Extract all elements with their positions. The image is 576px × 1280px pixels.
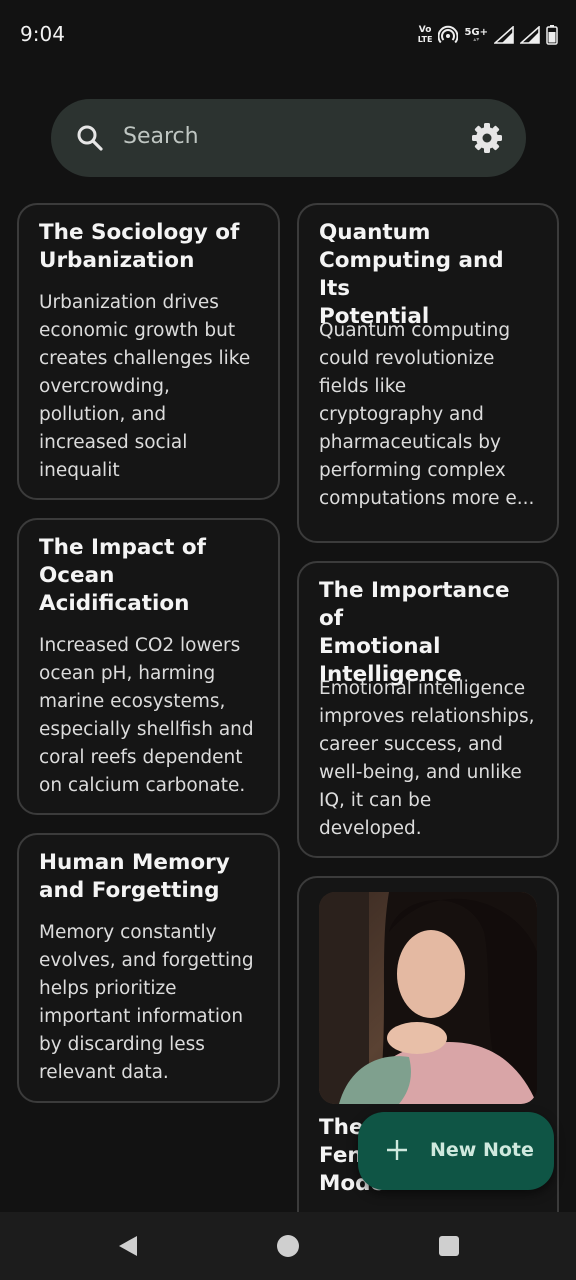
note-card[interactable]: Human Memory and Forgetting Memory const… xyxy=(17,833,280,1103)
plus-icon xyxy=(387,1140,407,1160)
network-type: 5G+ ▴▾ xyxy=(464,26,488,43)
note-card[interactable]: The Sociology of Urbanization Urbanizati… xyxy=(17,203,280,500)
battery-icon xyxy=(546,25,558,45)
status-time: 9:04 xyxy=(20,22,65,46)
note-title: The Impact of Ocean Acidification xyxy=(39,535,206,616)
search-icon[interactable] xyxy=(75,123,105,153)
note-body: Emotional intelligence improves relation… xyxy=(319,678,535,839)
back-icon[interactable] xyxy=(116,1234,140,1258)
new-note-label: New Note xyxy=(430,1139,534,1161)
note-body: Increased CO2 lowers ocean pH, harming m… xyxy=(39,635,254,796)
home-icon[interactable] xyxy=(276,1234,300,1258)
portrait-photo xyxy=(319,892,537,1104)
note-card[interactable]: The Importance of Emotional Intelligence… xyxy=(297,561,559,858)
volte-icon: Vo LTE xyxy=(417,25,433,45)
note-card[interactable]: Quantum Computing and Its Potential Quan… xyxy=(297,203,559,543)
new-note-button[interactable]: New Note xyxy=(358,1112,554,1190)
note-body: Memory constantly evolves, and forgettin… xyxy=(39,922,254,1083)
status-bar: 9:04 Vo LTE 5G+ ▴▾ xyxy=(0,0,576,70)
navigation-bar xyxy=(0,1212,576,1280)
note-title: Human Memory and Forgetting xyxy=(39,850,230,903)
note-body: Urbanization drives economic growth but … xyxy=(39,292,251,481)
signal-icon xyxy=(520,26,540,44)
note-title: Quantum Computing and Its Potential xyxy=(319,220,504,329)
status-icons: Vo LTE 5G+ ▴▾ xyxy=(418,24,558,46)
note-body: Quantum computing could revolutionize fi… xyxy=(319,320,535,509)
note-title: The Importance of Emotional Intelligence xyxy=(319,578,510,687)
note-card[interactable]: The Impact of Ocean Acidification Increa… xyxy=(17,518,280,815)
signal-icon xyxy=(494,26,514,44)
recents-icon[interactable] xyxy=(438,1234,460,1258)
search-input[interactable]: Search xyxy=(123,124,199,149)
note-title: The Sociology of Urbanization xyxy=(39,220,240,273)
hotspot-icon xyxy=(438,25,459,44)
search-bar[interactable]: Search xyxy=(51,99,526,177)
settings-icon[interactable] xyxy=(470,121,504,155)
